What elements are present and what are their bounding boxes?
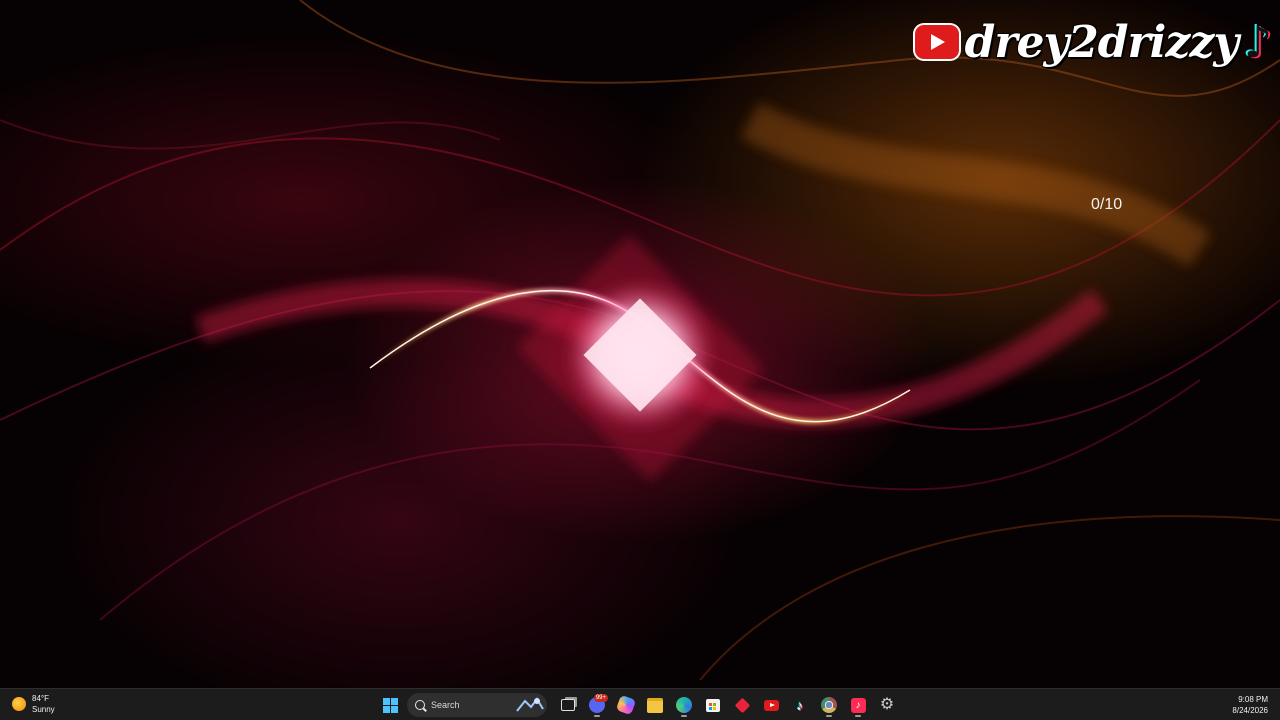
taskbar-tiktok[interactable]: ♪ <box>788 693 812 717</box>
search-label: Search <box>431 700 460 710</box>
taskbar-tiktok-pink[interactable]: ♪ <box>846 693 870 717</box>
taskbar-edge[interactable] <box>672 693 696 717</box>
sun-icon <box>12 697 26 711</box>
counter-overlay: 0/10 <box>1091 196 1123 213</box>
gear-icon: ⚙ <box>879 696 895 713</box>
channel-watermark: drey2drizzy ♪ <box>914 14 1272 70</box>
task-view-icon <box>561 699 575 711</box>
tiktok-logo-icon: ♪ <box>1243 16 1272 68</box>
system-clock[interactable]: 9:08 PM 8/24/2026 <box>1232 694 1268 716</box>
taskbar-settings[interactable]: ⚙ <box>875 693 899 717</box>
weather-widget[interactable]: 84°F Sunny <box>12 693 55 715</box>
weather-condition: Sunny <box>32 705 55 714</box>
desktop: drey2drizzy ♪ 0/10 <box>0 0 1280 688</box>
task-view-button[interactable] <box>556 693 580 717</box>
start-button[interactable] <box>378 693 402 717</box>
taskbar-red-app[interactable] <box>730 693 754 717</box>
store-icon <box>706 698 720 712</box>
taskbar-discord[interactable]: 99+ <box>585 693 609 717</box>
taskbar-store[interactable] <box>701 693 725 717</box>
folder-icon <box>647 697 663 713</box>
copilot-icon <box>615 694 637 716</box>
channel-name: drey2drizzy <box>964 16 1239 68</box>
clock-time: 9:08 PM <box>1238 695 1268 704</box>
red-diamond-icon <box>734 697 750 713</box>
youtube-icon <box>763 699 779 711</box>
edge-icon <box>676 697 692 713</box>
wallpaper <box>0 0 1280 681</box>
taskbar-youtube[interactable] <box>759 693 783 717</box>
taskbar-file-explorer[interactable] <box>643 693 667 717</box>
weather-temperature: 84°F <box>32 694 49 703</box>
search-highlight-icon <box>516 697 544 712</box>
clock-date: 8/24/2026 <box>1232 706 1268 715</box>
youtube-logo-icon <box>914 25 959 59</box>
taskbar-chrome[interactable] <box>817 693 841 717</box>
notification-badge: 99+ <box>593 694 608 702</box>
search-icon <box>415 700 425 710</box>
tiktok-pink-icon: ♪ <box>850 697 866 713</box>
taskbar: 84°F Sunny Search 99+ ♪ ♪ ⚙ 9:08 PM 8/24… <box>0 688 1280 720</box>
tiktok-icon: ♪ <box>796 697 804 713</box>
chrome-icon <box>821 697 837 713</box>
taskbar-apps: Search 99+ ♪ ♪ ⚙ <box>378 692 899 718</box>
windows-start-icon <box>382 697 398 713</box>
taskbar-copilot[interactable] <box>614 693 638 717</box>
search-box[interactable]: Search <box>407 693 547 717</box>
